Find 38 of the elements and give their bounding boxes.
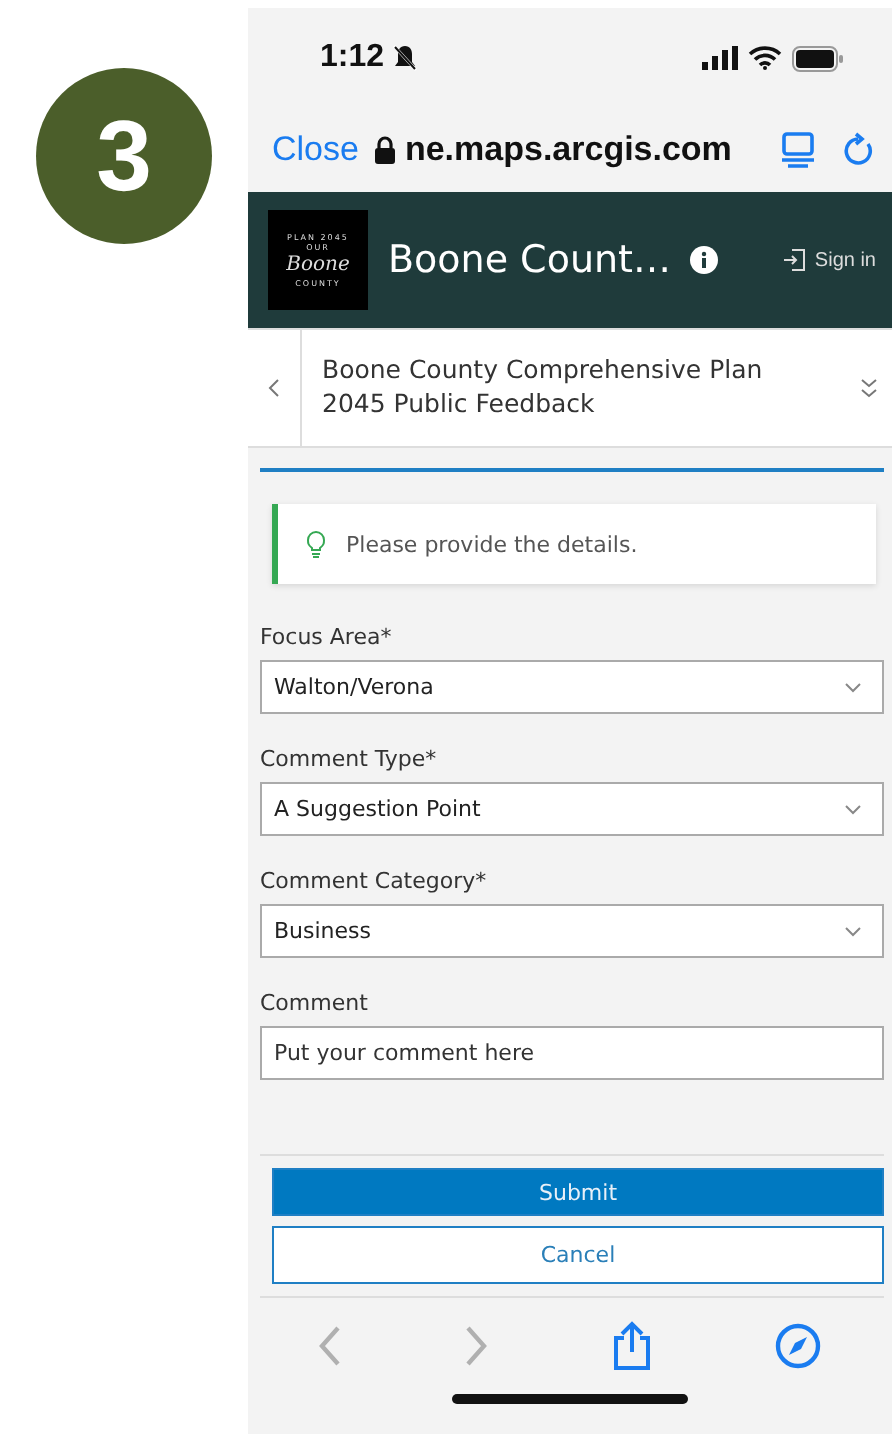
sign-in-button[interactable]: Sign in (782, 248, 876, 272)
signal-icon (702, 46, 738, 70)
chevron-left-icon[interactable] (268, 378, 280, 398)
toolbar-button[interactable] (774, 1322, 823, 1370)
double-chevron-icon[interactable] (859, 378, 877, 398)
tip-text: Please provide the details. (346, 531, 638, 557)
lightbulb-icon (306, 530, 326, 558)
close-button[interactable]: Close (272, 130, 359, 170)
step-number-badge: 3 (36, 68, 212, 244)
bell-muted-icon (392, 44, 419, 72)
cancel-button[interactable]: Cancel (272, 1226, 884, 1284)
wifi-icon (748, 46, 782, 70)
url-text: ne.maps.arcgis.com (374, 130, 732, 170)
chevron-down-icon (844, 681, 862, 693)
chevron-down-icon (844, 925, 862, 937)
chevron-down-icon (844, 803, 862, 815)
status-time: 1:12 (320, 40, 419, 76)
dropdown-field[interactable]: Walton/Verona (260, 660, 884, 714)
compass-icon (774, 1322, 823, 1370)
sign-in-icon (782, 248, 807, 272)
toolbar-button[interactable] (611, 1320, 652, 1372)
submit-button[interactable]: Submit (272, 1168, 884, 1216)
forward-icon (464, 1324, 489, 1368)
reload-icon[interactable] (844, 132, 876, 168)
battery-icon (792, 45, 844, 71)
comment-input[interactable]: Put your comment here (260, 1026, 884, 1080)
dropdown-field[interactable]: Business (260, 904, 884, 958)
field-label: Focus Area* (260, 624, 394, 650)
field-label: Comment (260, 990, 370, 1016)
app-title: Boone Count… (388, 238, 671, 282)
dropdown-field[interactable]: A Suggestion Point (260, 782, 884, 836)
field-label: Comment Type* (260, 746, 439, 772)
info-icon[interactable] (690, 246, 719, 274)
field-label: Comment Category* (260, 868, 489, 894)
lock-icon (374, 136, 397, 164)
form-title: Boone County Comprehensive Plan 2045 Public Feedback (320, 354, 765, 422)
share-icon (611, 1320, 652, 1372)
back-icon (317, 1324, 342, 1368)
